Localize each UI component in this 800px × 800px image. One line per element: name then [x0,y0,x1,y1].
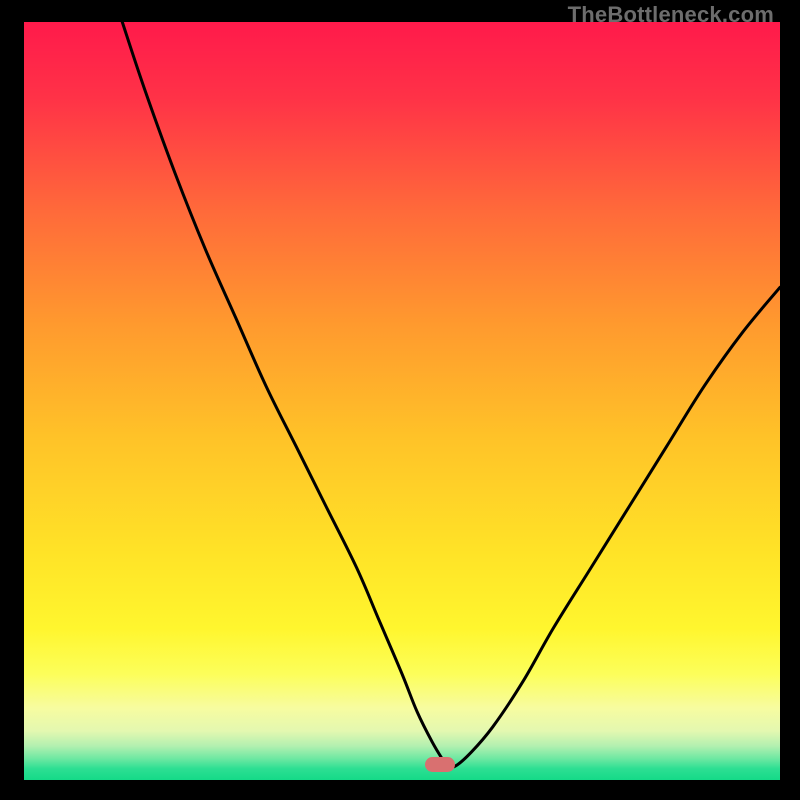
gradient-background [24,22,780,780]
watermark-text: TheBottleneck.com [568,2,774,28]
chart-frame [24,22,780,780]
optimal-marker [425,757,455,772]
bottleneck-chart [24,22,780,780]
